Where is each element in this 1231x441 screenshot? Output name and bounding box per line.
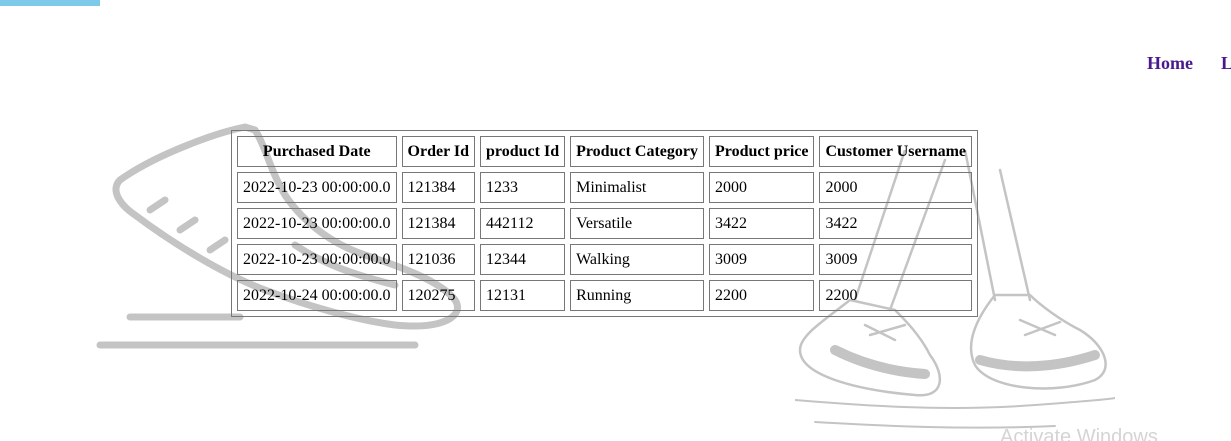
table-row: 2022-10-23 00:00:00.0 121384 1233 Minima… — [237, 172, 973, 203]
top-nav: Home L — [1147, 53, 1231, 74]
cell-product-category: Versatile — [570, 208, 704, 239]
cell-purchased-date: 2022-10-24 00:00:00.0 — [237, 280, 397, 311]
cell-purchased-date: 2022-10-23 00:00:00.0 — [237, 208, 397, 239]
cell-order-id: 121036 — [401, 244, 476, 275]
cell-order-id: 120275 — [401, 280, 476, 311]
nav-link-l[interactable]: L — [1221, 53, 1231, 74]
cell-product-category: Walking — [570, 244, 704, 275]
cell-product-price: 3009 — [709, 244, 815, 275]
cell-customer-username: 3422 — [819, 208, 973, 239]
orders-table: Purchased Date Order Id product Id Produ… — [231, 130, 979, 317]
table-header-row: Purchased Date Order Id product Id Produ… — [237, 136, 973, 167]
cell-product-id: 12344 — [480, 244, 566, 275]
page: Home L Purchased Date Order Id product I… — [0, 0, 1231, 441]
activate-windows-watermark: Activate Windows — [1000, 426, 1158, 441]
cell-product-price: 3422 — [709, 208, 815, 239]
column-header-product-category: Product Category — [570, 136, 704, 167]
column-header-purchased-date: Purchased Date — [237, 136, 397, 167]
cell-order-id: 121384 — [401, 172, 476, 203]
cell-product-id: 1233 — [480, 172, 566, 203]
column-header-product-price: Product price — [709, 136, 815, 167]
top-accent-bar — [0, 0, 100, 6]
cell-product-price: 2000 — [709, 172, 815, 203]
cell-product-price: 2200 — [709, 280, 815, 311]
cell-product-id: 442112 — [480, 208, 566, 239]
cell-purchased-date: 2022-10-23 00:00:00.0 — [237, 244, 397, 275]
cell-customer-username: 2200 — [819, 280, 973, 311]
cell-product-id: 12131 — [480, 280, 566, 311]
table-row: 2022-10-23 00:00:00.0 121384 442112 Vers… — [237, 208, 973, 239]
cell-order-id: 121384 — [401, 208, 476, 239]
table-row: 2022-10-24 00:00:00.0 120275 12131 Runni… — [237, 280, 973, 311]
nav-link-home[interactable]: Home — [1147, 53, 1193, 74]
table-row: 2022-10-23 00:00:00.0 121036 12344 Walki… — [237, 244, 973, 275]
cell-customer-username: 2000 — [819, 172, 973, 203]
cell-product-category: Running — [570, 280, 704, 311]
cell-product-category: Minimalist — [570, 172, 704, 203]
column-header-order-id: Order Id — [401, 136, 476, 167]
cell-purchased-date: 2022-10-23 00:00:00.0 — [237, 172, 397, 203]
column-header-product-id: product Id — [480, 136, 566, 167]
cell-customer-username: 3009 — [819, 244, 973, 275]
column-header-customer-username: Customer Username — [819, 136, 973, 167]
